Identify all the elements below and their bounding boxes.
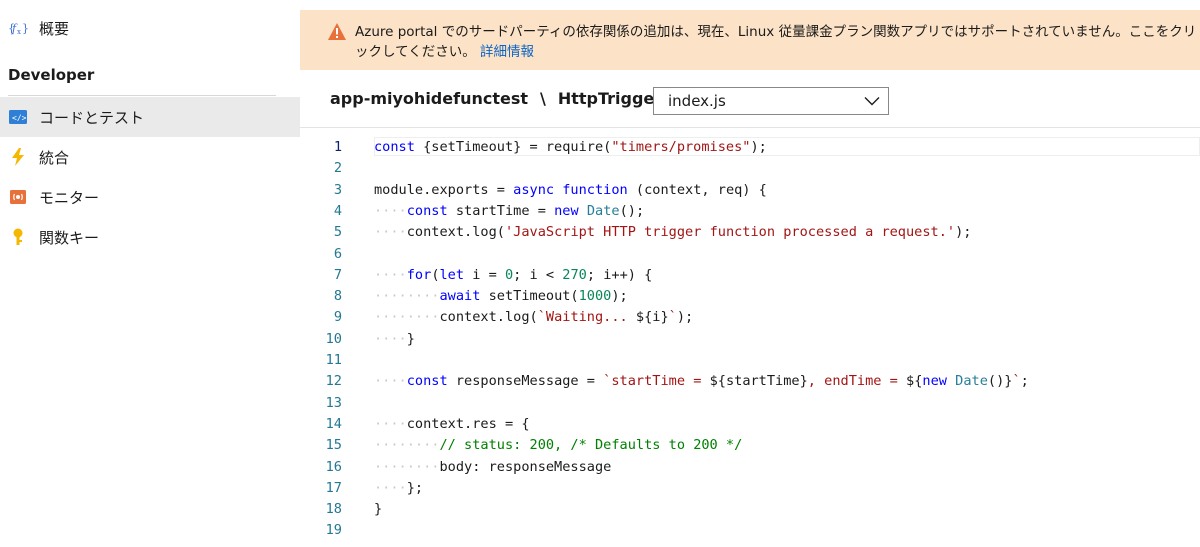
- sidebar-item-label: 関数キー: [39, 228, 100, 247]
- line-number: 14: [325, 415, 342, 432]
- line-number: 6: [333, 245, 342, 262]
- code-text: ····const startTime = new Date();: [374, 202, 645, 219]
- line-number: 13: [325, 394, 342, 411]
- sidebar-item-integration[interactable]: 統合: [0, 137, 300, 177]
- code-line: 19: [300, 520, 1200, 541]
- line-number: 15: [325, 437, 342, 454]
- sidebar-item-code-test[interactable]: </> コードとテスト: [0, 97, 300, 137]
- file-select-value: index.js: [668, 92, 726, 110]
- code-line: 13: [300, 393, 1200, 414]
- sidebar-item-monitor[interactable]: モニター: [0, 177, 300, 217]
- warning-banner: Azure portal でのサードパーティの依存関係の追加は、現在、Linux…: [300, 10, 1200, 70]
- sidebar-item-label: モニター: [39, 188, 100, 207]
- code-line: 10 ····}: [300, 329, 1200, 350]
- code-line: 5 ····context.log('JavaScript HTTP trigge…: [300, 222, 1200, 243]
- code-line: 8 ········await setTimeout(1000);: [300, 286, 1200, 307]
- breadcrumb-app[interactable]: app-miyohidefunctest: [330, 89, 528, 108]
- code-text: ····context.res = {: [374, 415, 530, 432]
- code-line: 4 ····const startTime = new Date();: [300, 201, 1200, 222]
- line-number: 8: [333, 288, 342, 305]
- code-line: 11: [300, 350, 1200, 371]
- code-line: 7 ····for(let i = 0; i < 270; i++) {: [300, 265, 1200, 286]
- code-line: 12 ····const responseMessage = `startTime…: [300, 371, 1200, 392]
- code-text: const {setTimeout} = require("timers/pro…: [374, 139, 767, 155]
- sidebar-item-overview[interactable]: {fx} 概要: [0, 8, 300, 48]
- code-text: ····for(let i = 0; i < 270; i++) {: [374, 266, 653, 283]
- sidebar-item-function-keys[interactable]: 関数キー: [0, 217, 300, 257]
- code-line: 14 ····context.res = {: [300, 414, 1200, 435]
- warning-icon: [328, 23, 346, 44]
- code-line: 16 ········body: responseMessage: [300, 457, 1200, 478]
- breadcrumb: app-miyohidefunctest \ HttpTrigger1 \: [330, 89, 703, 108]
- divider: [8, 95, 276, 96]
- svg-text:x: x: [17, 28, 21, 36]
- line-number: 19: [325, 522, 342, 539]
- code-text: ········// status: 200, /* Defaults to 2…: [374, 437, 743, 454]
- code-line: 1 const {setTimeout} = require("timers/pr…: [300, 137, 1200, 158]
- banner-message: Azure portal でのサードパーティの依存関係の追加は、現在、Linux…: [355, 22, 1200, 62]
- sidebar-item-label: コードとテスト: [39, 108, 145, 127]
- code-text: ········context.log(`Waiting... ${i}`);: [374, 309, 694, 326]
- line-number: 18: [325, 501, 342, 518]
- line-number: 3: [333, 181, 342, 198]
- code-line: 17 ····};: [300, 478, 1200, 499]
- line-number: 17: [325, 479, 342, 496]
- code-text: ········body: responseMessage: [374, 458, 612, 475]
- chevron-down-icon: [864, 92, 880, 110]
- code-text: module.exports = async function (context…: [374, 181, 767, 198]
- section-title-developer: Developer: [8, 66, 95, 84]
- code-text: ········await setTimeout(1000);: [374, 288, 628, 305]
- code-line: 15 ········// status: 200, /* Defaults to…: [300, 435, 1200, 456]
- line-number: 1: [333, 139, 342, 155]
- breadcrumb-separator: \: [540, 89, 546, 108]
- lightning-icon: [8, 147, 28, 167]
- file-select-dropdown[interactable]: index.js: [653, 87, 889, 115]
- line-number: 9: [333, 309, 342, 326]
- monitor-icon: [8, 187, 28, 207]
- code-text: ····const responseMessage = `startTime =…: [374, 373, 1029, 390]
- line-number: 5: [333, 224, 342, 241]
- code-icon: </>: [8, 107, 28, 127]
- sidebar-item-label: 統合: [39, 148, 70, 167]
- code-text: ····};: [374, 479, 424, 496]
- code-editor[interactable]: 1 const {setTimeout} = require("timers/pr…: [300, 127, 1200, 547]
- line-number: 16: [325, 458, 342, 475]
- line-number: 7: [333, 266, 342, 283]
- code-text: ····}: [374, 330, 415, 347]
- code-line: 9 ········context.log(`Waiting... ${i}`);: [300, 307, 1200, 328]
- svg-text:}: }: [22, 22, 28, 35]
- key-icon: [8, 227, 28, 247]
- code-text: ····context.log('JavaScript HTTP trigger…: [374, 224, 972, 241]
- line-number: 2: [333, 160, 342, 177]
- sidebar: {fx} 概要 Developer </> コードとテスト 統合 モニター 関数…: [0, 0, 300, 546]
- line-number: 10: [325, 330, 342, 347]
- code-line: 6: [300, 244, 1200, 265]
- sidebar-item-label: 概要: [39, 19, 70, 38]
- learn-more-link[interactable]: 詳細情報: [480, 44, 534, 60]
- code-line: 18}: [300, 499, 1200, 520]
- line-number: 12: [325, 373, 342, 390]
- line-number: 4: [333, 202, 342, 219]
- code-line: 2: [300, 158, 1200, 179]
- code-text: }: [374, 501, 383, 518]
- svg-text:</>: </>: [12, 114, 27, 123]
- code-line: 3 module.exports = async function (contex…: [300, 180, 1200, 201]
- function-icon: {fx}: [8, 18, 28, 38]
- line-number: 11: [325, 352, 342, 368]
